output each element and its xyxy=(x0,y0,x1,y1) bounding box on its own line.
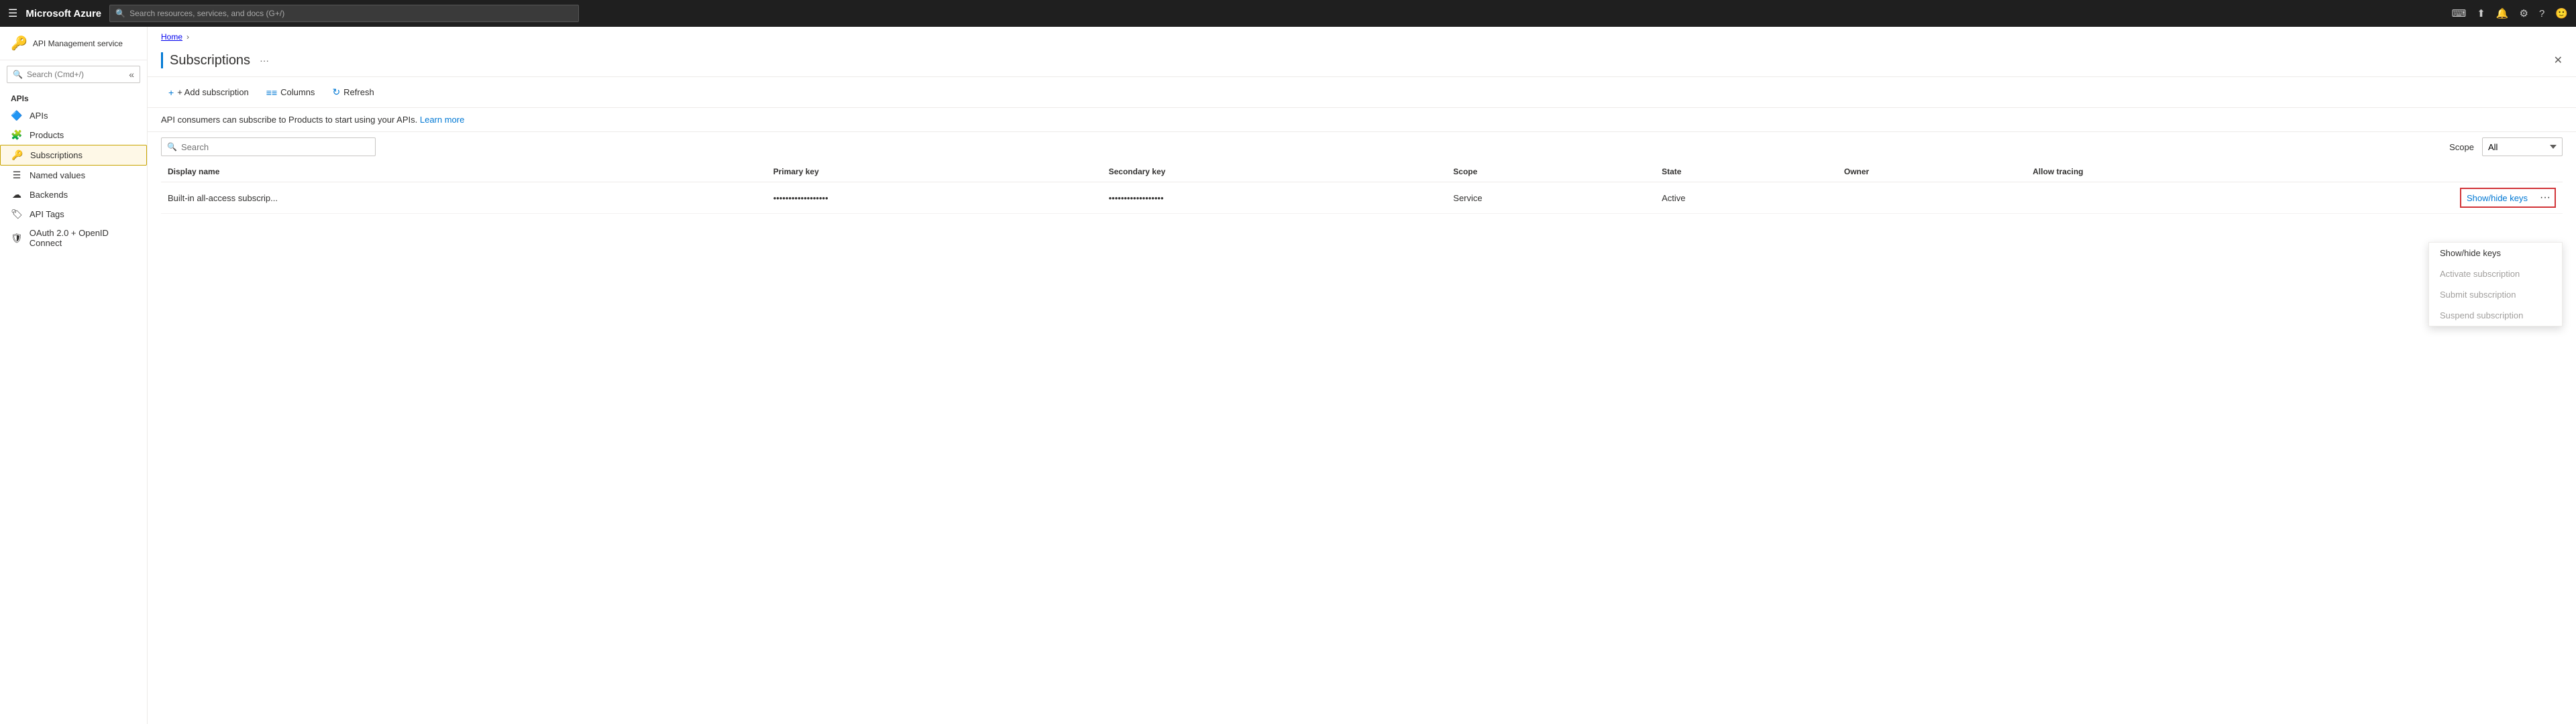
cell-primary-key: •••••••••••••••••• xyxy=(767,182,1102,214)
sidebar-search-input[interactable] xyxy=(27,70,125,79)
refresh-label: Refresh xyxy=(343,87,374,97)
table-search-box[interactable]: 🔍 xyxy=(161,137,376,156)
sidebar-item-oauth-label: OAuth 2.0 + OpenID Connect xyxy=(30,228,136,248)
refresh-icon: ↻ xyxy=(332,86,340,98)
breadcrumb: Home › xyxy=(148,27,2576,47)
sidebar-item-apis-label: APIs xyxy=(30,111,48,121)
columns-icon: ≡≡ xyxy=(266,87,277,98)
products-icon: 🧩 xyxy=(11,129,23,141)
sidebar-item-subscriptions[interactable]: 🔑 Subscriptions xyxy=(0,145,147,166)
show-hide-highlight: Show/hide keys ··· xyxy=(2460,188,2556,208)
table-search-icon: 🔍 xyxy=(167,142,177,152)
content-panel: Home › Subscriptions ··· ✕ + + Add subsc… xyxy=(148,27,2576,724)
learn-more-link[interactable]: Learn more xyxy=(420,115,464,125)
sidebar-search-icon: 🔍 xyxy=(13,70,23,79)
cell-secondary-key: •••••••••••••••••• xyxy=(1102,182,1447,214)
breadcrumb-separator: › xyxy=(186,32,189,42)
scope-row: 🔍 Scope All Product API Global xyxy=(148,132,2576,162)
sidebar-item-backends-label: Backends xyxy=(30,190,68,200)
table-search-input[interactable] xyxy=(181,142,370,152)
sidebar-item-oauth[interactable]: 🛡 OAuth 2.0 + OpenID Connect xyxy=(0,224,147,252)
col-display-name: Display name xyxy=(161,162,767,182)
cell-display-name: Built-in all-access subscrip... xyxy=(161,182,767,214)
settings-icon[interactable]: ⚙ xyxy=(2520,7,2528,19)
service-name: API Management service xyxy=(33,39,123,48)
subscriptions-table: Display name Primary key Secondary key S… xyxy=(161,162,2563,214)
panel-header: Subscriptions ··· ✕ xyxy=(148,47,2576,77)
info-bar: API consumers can subscribe to Products … xyxy=(148,108,2576,132)
backends-icon: ☁ xyxy=(11,189,23,200)
scope-label: Scope xyxy=(2449,142,2474,152)
hamburger-menu[interactable]: ☰ xyxy=(8,7,17,20)
sidebar: 🔑 API Management service 🔍 « APIs 🔷 APIs… xyxy=(0,27,148,724)
app-logo: Microsoft Azure xyxy=(25,8,101,19)
subscriptions-icon: 🔑 xyxy=(11,149,23,161)
context-menu-submit: Submit subscription xyxy=(2429,284,2562,305)
sidebar-section-apis-label: APIs xyxy=(0,88,147,106)
sidebar-item-named-values[interactable]: ☰ Named values xyxy=(0,166,147,185)
sidebar-item-api-tags-label: API Tags xyxy=(30,209,64,219)
oauth-icon: 🛡 xyxy=(11,233,23,244)
upload-icon[interactable]: ⬆ xyxy=(2477,7,2485,19)
context-menu: Show/hide keys Activate subscription Sub… xyxy=(2428,242,2563,326)
sidebar-header: 🔑 API Management service xyxy=(0,27,147,60)
add-subscription-label: + Add subscription xyxy=(177,87,249,97)
context-menu-suspend: Suspend subscription xyxy=(2429,305,2562,326)
col-state: State xyxy=(1655,162,1837,182)
sidebar-item-products[interactable]: 🧩 Products xyxy=(0,125,147,145)
panel-more-button[interactable]: ··· xyxy=(260,55,269,66)
collapse-sidebar-button[interactable]: « xyxy=(129,69,134,80)
global-search-input[interactable] xyxy=(129,9,573,18)
allow-tracing-cell: Show/hide keys ··· xyxy=(2033,188,2556,208)
panel-title: Subscriptions xyxy=(170,53,250,68)
sidebar-item-products-label: Products xyxy=(30,130,64,140)
scope-select[interactable]: All Product API Global xyxy=(2482,137,2563,156)
apis-icon: 🔷 xyxy=(11,110,23,121)
sidebar-item-apis[interactable]: 🔷 APIs xyxy=(0,106,147,125)
table-header-row: Display name Primary key Secondary key S… xyxy=(161,162,2563,182)
subscriptions-table-container: Display name Primary key Secondary key S… xyxy=(148,162,2576,214)
col-allow-tracing: Allow tracing xyxy=(2026,162,2563,182)
col-owner: Owner xyxy=(1837,162,2026,182)
add-icon: + xyxy=(168,87,174,98)
help-icon[interactable]: ? xyxy=(2539,8,2544,19)
info-text: API consumers can subscribe to Products … xyxy=(161,115,417,125)
global-search-box[interactable]: 🔍 xyxy=(109,5,579,22)
notifications-icon[interactable]: 🔔 xyxy=(2496,7,2509,19)
cell-scope: Service xyxy=(1446,182,1655,214)
panel-close-button[interactable]: ✕ xyxy=(2554,54,2563,67)
context-menu-show-hide[interactable]: Show/hide keys xyxy=(2429,243,2562,263)
api-tags-icon: 🏷 xyxy=(11,208,23,220)
col-secondary-key: Secondary key xyxy=(1102,162,1447,182)
refresh-button[interactable]: ↻ Refresh xyxy=(325,82,381,102)
show-hide-keys-button[interactable]: Show/hide keys xyxy=(2461,190,2533,206)
named-values-icon: ☰ xyxy=(11,170,23,181)
panel-title-bar xyxy=(161,52,163,68)
context-menu-activate: Activate subscription xyxy=(2429,263,2562,284)
feedback-icon[interactable]: 🙂 xyxy=(2555,7,2568,19)
table-row: Built-in all-access subscrip... ••••••••… xyxy=(161,182,2563,214)
sidebar-item-backends[interactable]: ☁ Backends xyxy=(0,185,147,204)
breadcrumb-home-link[interactable]: Home xyxy=(161,32,182,42)
col-scope: Scope xyxy=(1446,162,1655,182)
cell-state: Active xyxy=(1655,182,1837,214)
sidebar-search-box[interactable]: 🔍 « xyxy=(7,66,140,83)
search-icon: 🔍 xyxy=(115,9,125,18)
sidebar-item-api-tags[interactable]: 🏷 API Tags xyxy=(0,204,147,224)
col-primary-key: Primary key xyxy=(767,162,1102,182)
topnav-icon-group: ⌨ ⬆ 🔔 ⚙ ? 🙂 xyxy=(2452,7,2568,19)
sidebar-item-subscriptions-label: Subscriptions xyxy=(30,150,83,160)
columns-label: Columns xyxy=(280,87,315,97)
row-more-button[interactable]: ··· xyxy=(2536,189,2555,206)
main-layout: 🔑 API Management service 🔍 « APIs 🔷 APIs… xyxy=(0,27,2576,724)
columns-button[interactable]: ≡≡ Columns xyxy=(259,83,323,102)
service-icon: 🔑 xyxy=(11,35,28,52)
add-subscription-button[interactable]: + + Add subscription xyxy=(161,83,256,102)
cloud-shell-icon[interactable]: ⌨ xyxy=(2452,7,2467,19)
sidebar-item-named-values-label: Named values xyxy=(30,170,85,180)
toolbar: + + Add subscription ≡≡ Columns ↻ Refres… xyxy=(148,77,2576,108)
cell-allow-tracing: Show/hide keys ··· xyxy=(2026,182,2563,214)
top-navigation: ☰ Microsoft Azure 🔍 ⌨ ⬆ 🔔 ⚙ ? 🙂 xyxy=(0,0,2576,27)
cell-owner xyxy=(1837,182,2026,214)
